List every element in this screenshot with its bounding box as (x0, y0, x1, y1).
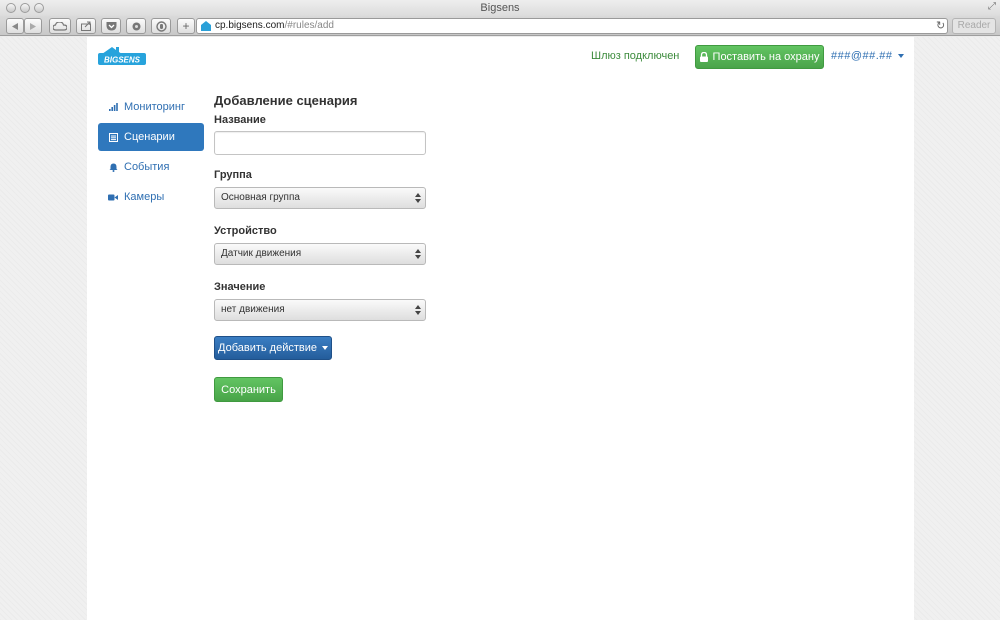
minimize-window-button[interactable] (20, 3, 30, 13)
arm-security-button[interactable]: Поставить на охрану (695, 45, 824, 69)
add-action-button[interactable]: Добавить действие (214, 336, 332, 360)
add-scenario-form: Добавление сценария Название Группа Осно… (214, 93, 434, 402)
user-menu[interactable]: ###@##.## (831, 50, 904, 62)
share-icon (80, 21, 91, 31)
device-label: Устройство (214, 225, 277, 237)
pocket-icon (106, 22, 116, 31)
icloud-button[interactable] (49, 18, 71, 34)
back-button[interactable] (6, 18, 24, 34)
group-label: Группа (214, 169, 252, 181)
ghost-icon (155, 20, 167, 32)
signal-bars-icon (108, 102, 118, 112)
arm-security-label: Поставить на охрану (712, 51, 820, 63)
sidebar-item-label: Сценарии (124, 131, 175, 143)
window-title: Bigsens (480, 2, 520, 14)
page-container: BIGSENS Шлюз подключен Поставить на охра… (87, 37, 914, 620)
sidebar-item-cameras[interactable]: Камеры (98, 183, 204, 211)
chevron-down-icon (322, 346, 328, 350)
forward-arrow-icon (30, 22, 36, 30)
lock-icon (699, 52, 708, 62)
name-input[interactable] (214, 131, 426, 155)
plus-icon: + (182, 19, 190, 33)
select-arrows-icon (415, 193, 421, 203)
zoom-window-button[interactable] (34, 3, 44, 13)
close-window-button[interactable] (6, 3, 16, 13)
device-select[interactable]: Датчик движения (214, 243, 426, 265)
new-tab-button[interactable]: + (177, 18, 195, 34)
save-button[interactable]: Сохранить (214, 377, 283, 402)
sidebar-item-scenarios[interactable]: Сценарии (98, 123, 204, 151)
extension-button[interactable] (126, 18, 146, 34)
reader-button[interactable]: Reader (952, 18, 996, 34)
bigsens-logo[interactable]: BIGSENS (98, 45, 146, 67)
pocket-button[interactable] (101, 18, 121, 34)
video-camera-icon (108, 192, 118, 202)
sidebar-item-label: Мониторинг (124, 101, 186, 113)
page-title: Добавление сценария (214, 93, 358, 108)
ghostery-button[interactable] (151, 18, 171, 34)
sidebar-item-label: События (124, 161, 170, 173)
value-label: Значение (214, 281, 266, 293)
sidebar-item-label: Камеры (124, 191, 165, 203)
puzzle-icon (132, 22, 140, 30)
forward-button[interactable] (24, 18, 42, 34)
url-domain: cp.bigsens.com (215, 20, 285, 31)
add-action-label: Добавить действие (218, 342, 317, 354)
name-label: Название (214, 114, 266, 126)
group-select[interactable]: Основная группа (214, 187, 426, 209)
gateway-status: Шлюз подключен (591, 50, 680, 62)
sidebar-nav: Мониторинг Сценарии События Камеры (98, 93, 204, 213)
select-arrows-icon (415, 249, 421, 259)
chevron-down-icon (897, 54, 904, 58)
device-selected-value: Датчик движения (221, 248, 302, 259)
window-titlebar: Bigsens ⤢ (0, 0, 1000, 16)
value-selected-value: нет движения (221, 304, 285, 315)
site-favicon-icon (201, 21, 211, 31)
group-selected-value: Основная группа (221, 192, 300, 203)
share-button[interactable] (76, 18, 96, 34)
bell-icon (108, 162, 118, 172)
fullscreen-icon[interactable]: ⤢ (988, 1, 996, 13)
reload-icon[interactable]: ↻ (936, 20, 945, 32)
url-path: /#rules/add (284, 20, 334, 31)
page-viewport: BIGSENS Шлюз подключен Поставить на охра… (0, 37, 1000, 620)
cloud-icon (53, 21, 67, 31)
back-arrow-icon (12, 22, 18, 30)
browser-toolbar: + cp.bigsens.com/#rules/add ↻ Reader (0, 16, 1000, 36)
address-bar[interactable]: cp.bigsens.com/#rules/add (196, 18, 948, 34)
user-email: ###@##.## (831, 50, 893, 62)
sidebar-item-events[interactable]: События (98, 153, 204, 181)
logo-text: BIGSENS (104, 56, 141, 65)
list-icon (108, 132, 118, 142)
select-arrows-icon (415, 305, 421, 315)
value-select[interactable]: нет движения (214, 299, 426, 321)
sidebar-item-monitoring[interactable]: Мониторинг (98, 93, 204, 121)
